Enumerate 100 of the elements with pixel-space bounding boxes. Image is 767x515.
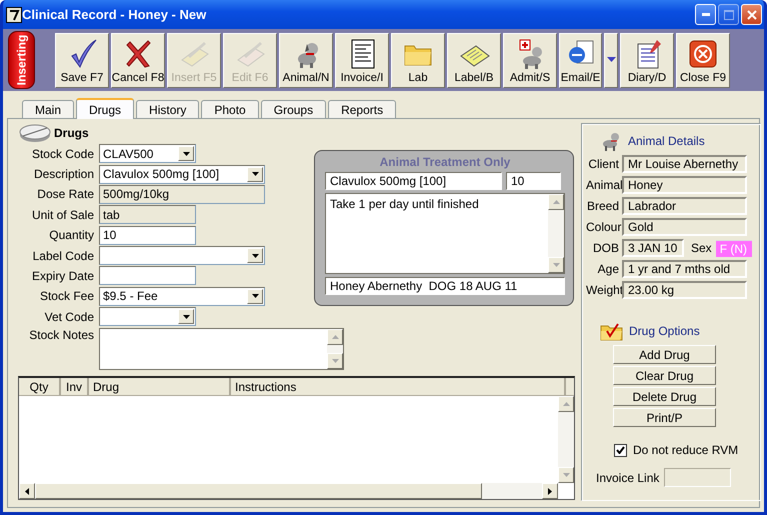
- dropdown-arrow-icon: [252, 254, 258, 258]
- field-label: Client: [587, 157, 619, 171]
- tab[interactable]: Photo: [201, 100, 259, 118]
- field-label: Invoice Link: [596, 470, 660, 484]
- toolbar-button[interactable]: Email/E: [559, 32, 602, 88]
- readonly-field: Mr Louise Abernethy: [622, 155, 747, 173]
- toolbar-button[interactable]: Admit/S: [503, 32, 557, 88]
- field-label: Label Code: [32, 248, 94, 263]
- tab[interactable]: History: [136, 100, 200, 118]
- checkbox[interactable]: [614, 444, 627, 456]
- field-label: Age: [596, 262, 619, 276]
- toolbar-button[interactable]: Close F9: [676, 32, 730, 88]
- scroll-up-icon: [332, 335, 338, 339]
- pill-icon: [18, 123, 52, 143]
- readonly-field: Honey: [622, 176, 747, 194]
- input-field[interactable]: [99, 266, 196, 286]
- maximize-icon: [724, 10, 734, 20]
- dropdown-field[interactable]: [99, 307, 196, 326]
- tab[interactable]: Reports: [328, 100, 396, 118]
- readonly-field: 23.00 kg: [622, 281, 747, 299]
- checkmark-icon: [616, 446, 625, 454]
- dropdown-field[interactable]: CLAV500: [99, 144, 196, 164]
- readonly-field: Gold: [622, 218, 747, 236]
- close-icon: [687, 38, 719, 70]
- section-title: Animal Details: [628, 134, 705, 148]
- scrollbar[interactable]: [548, 194, 564, 273]
- scrollbar[interactable]: [19, 483, 558, 499]
- section-title: Drug Options: [629, 324, 700, 338]
- instructions-field[interactable]: Take 1 per day until finished: [325, 193, 565, 274]
- scroll-up-icon: [562, 402, 570, 406]
- column-header[interactable]: Inv: [61, 378, 89, 395]
- field-label: Breed: [586, 199, 619, 213]
- dropdown-arrow-icon: [182, 152, 190, 156]
- notes-field[interactable]: [99, 328, 344, 370]
- dropdown-field[interactable]: Clavulox 500mg [100]: [99, 164, 265, 184]
- dropdown-arrow-icon: [182, 314, 190, 318]
- column-header[interactable]: Drug: [89, 378, 231, 395]
- input-field[interactable]: [664, 468, 732, 487]
- dropdown-field[interactable]: [99, 246, 265, 266]
- scroll-down-icon: [552, 263, 560, 267]
- action-button[interactable]: Clear Drug: [613, 366, 716, 385]
- window-title: Clinical Record - Honey - New: [22, 7, 208, 22]
- checkbox-label: Do not reduce RVM: [633, 443, 738, 457]
- toolbar-button[interactable]: Save F7: [55, 32, 109, 88]
- scroll-right-icon: [548, 488, 552, 494]
- toolbar-button[interactable]: Diary/D: [620, 32, 674, 88]
- minimize-icon: [702, 13, 710, 16]
- readonly-field: F (N): [716, 240, 752, 256]
- scrollbar[interactable]: [558, 396, 574, 483]
- section-title: Drugs: [54, 126, 89, 140]
- toolbar-button[interactable]: Animal/N: [279, 32, 333, 88]
- dropdown-arrow-icon: [252, 172, 258, 176]
- field-label: Stock Notes: [28, 328, 94, 342]
- app-icon: [6, 6, 22, 22]
- dropdown-button[interactable]: [604, 32, 618, 88]
- dog-icon: [600, 131, 622, 151]
- tab[interactable]: Drugs: [76, 98, 134, 119]
- readonly-field: 500mg/10kg: [99, 184, 265, 204]
- field-label: Vet Code: [44, 310, 94, 324]
- toolbar-button[interactable]: Label/B: [447, 32, 501, 88]
- folder-with-check-icon: [600, 321, 624, 341]
- scrollbar[interactable]: [327, 329, 343, 369]
- field-label: Description: [32, 167, 94, 182]
- readonly-field: 1 yr and 7 mths old: [622, 260, 747, 278]
- dropdown-arrow-icon: [252, 294, 258, 298]
- input-field[interactable]: 10: [99, 226, 196, 245]
- action-button[interactable]: Print/P: [613, 408, 716, 427]
- field-label: Expiry Date: [30, 268, 94, 283]
- input-field[interactable]: Honey Abernethy DOG 18 AUG 11: [325, 277, 565, 295]
- input-field[interactable]: 10: [506, 172, 561, 190]
- field-label: Dose Rate: [36, 187, 94, 202]
- toolbar-button[interactable]: Cancel F8: [111, 32, 165, 88]
- action-button[interactable]: Delete Drug: [613, 387, 716, 406]
- readonly-field: tab: [99, 205, 196, 224]
- field-label: Sex: [691, 241, 712, 255]
- dropdown-arrow-icon: [606, 56, 616, 62]
- readonly-field: Labrador: [622, 197, 747, 215]
- toolbar-button[interactable]: Invoice/I: [335, 32, 389, 88]
- close-icon: [746, 10, 756, 20]
- column-header[interactable]: Qty: [19, 378, 61, 395]
- action-button[interactable]: Add Drug: [613, 345, 716, 364]
- field-label: Quantity: [48, 228, 94, 242]
- readonly-field: 3 JAN 10: [622, 239, 684, 257]
- maximize-button[interactable]: [718, 4, 739, 25]
- tab[interactable]: Main: [22, 100, 74, 118]
- close-button[interactable]: [741, 4, 762, 25]
- scroll-left-icon: [25, 488, 29, 494]
- scroll-down-icon: [562, 473, 570, 477]
- tab[interactable]: Groups: [260, 100, 326, 118]
- field-label: Colour: [586, 220, 619, 234]
- scroll-up-icon: [552, 200, 560, 204]
- input-field[interactable]: Clavulox 500mg [100]: [325, 172, 502, 190]
- dropdown-field[interactable]: $9.5 - Fee: [99, 286, 265, 306]
- scroll-down-icon: [332, 359, 338, 363]
- panel-title: Animal Treatment Only: [378, 155, 512, 169]
- field-label: Unit of Sale: [30, 208, 94, 222]
- field-label: Stock Code: [30, 146, 94, 161]
- field-label: Stock Fee: [38, 289, 94, 304]
- minimize-button[interactable]: [695, 4, 716, 25]
- toolbar-button[interactable]: Lab: [391, 32, 445, 88]
